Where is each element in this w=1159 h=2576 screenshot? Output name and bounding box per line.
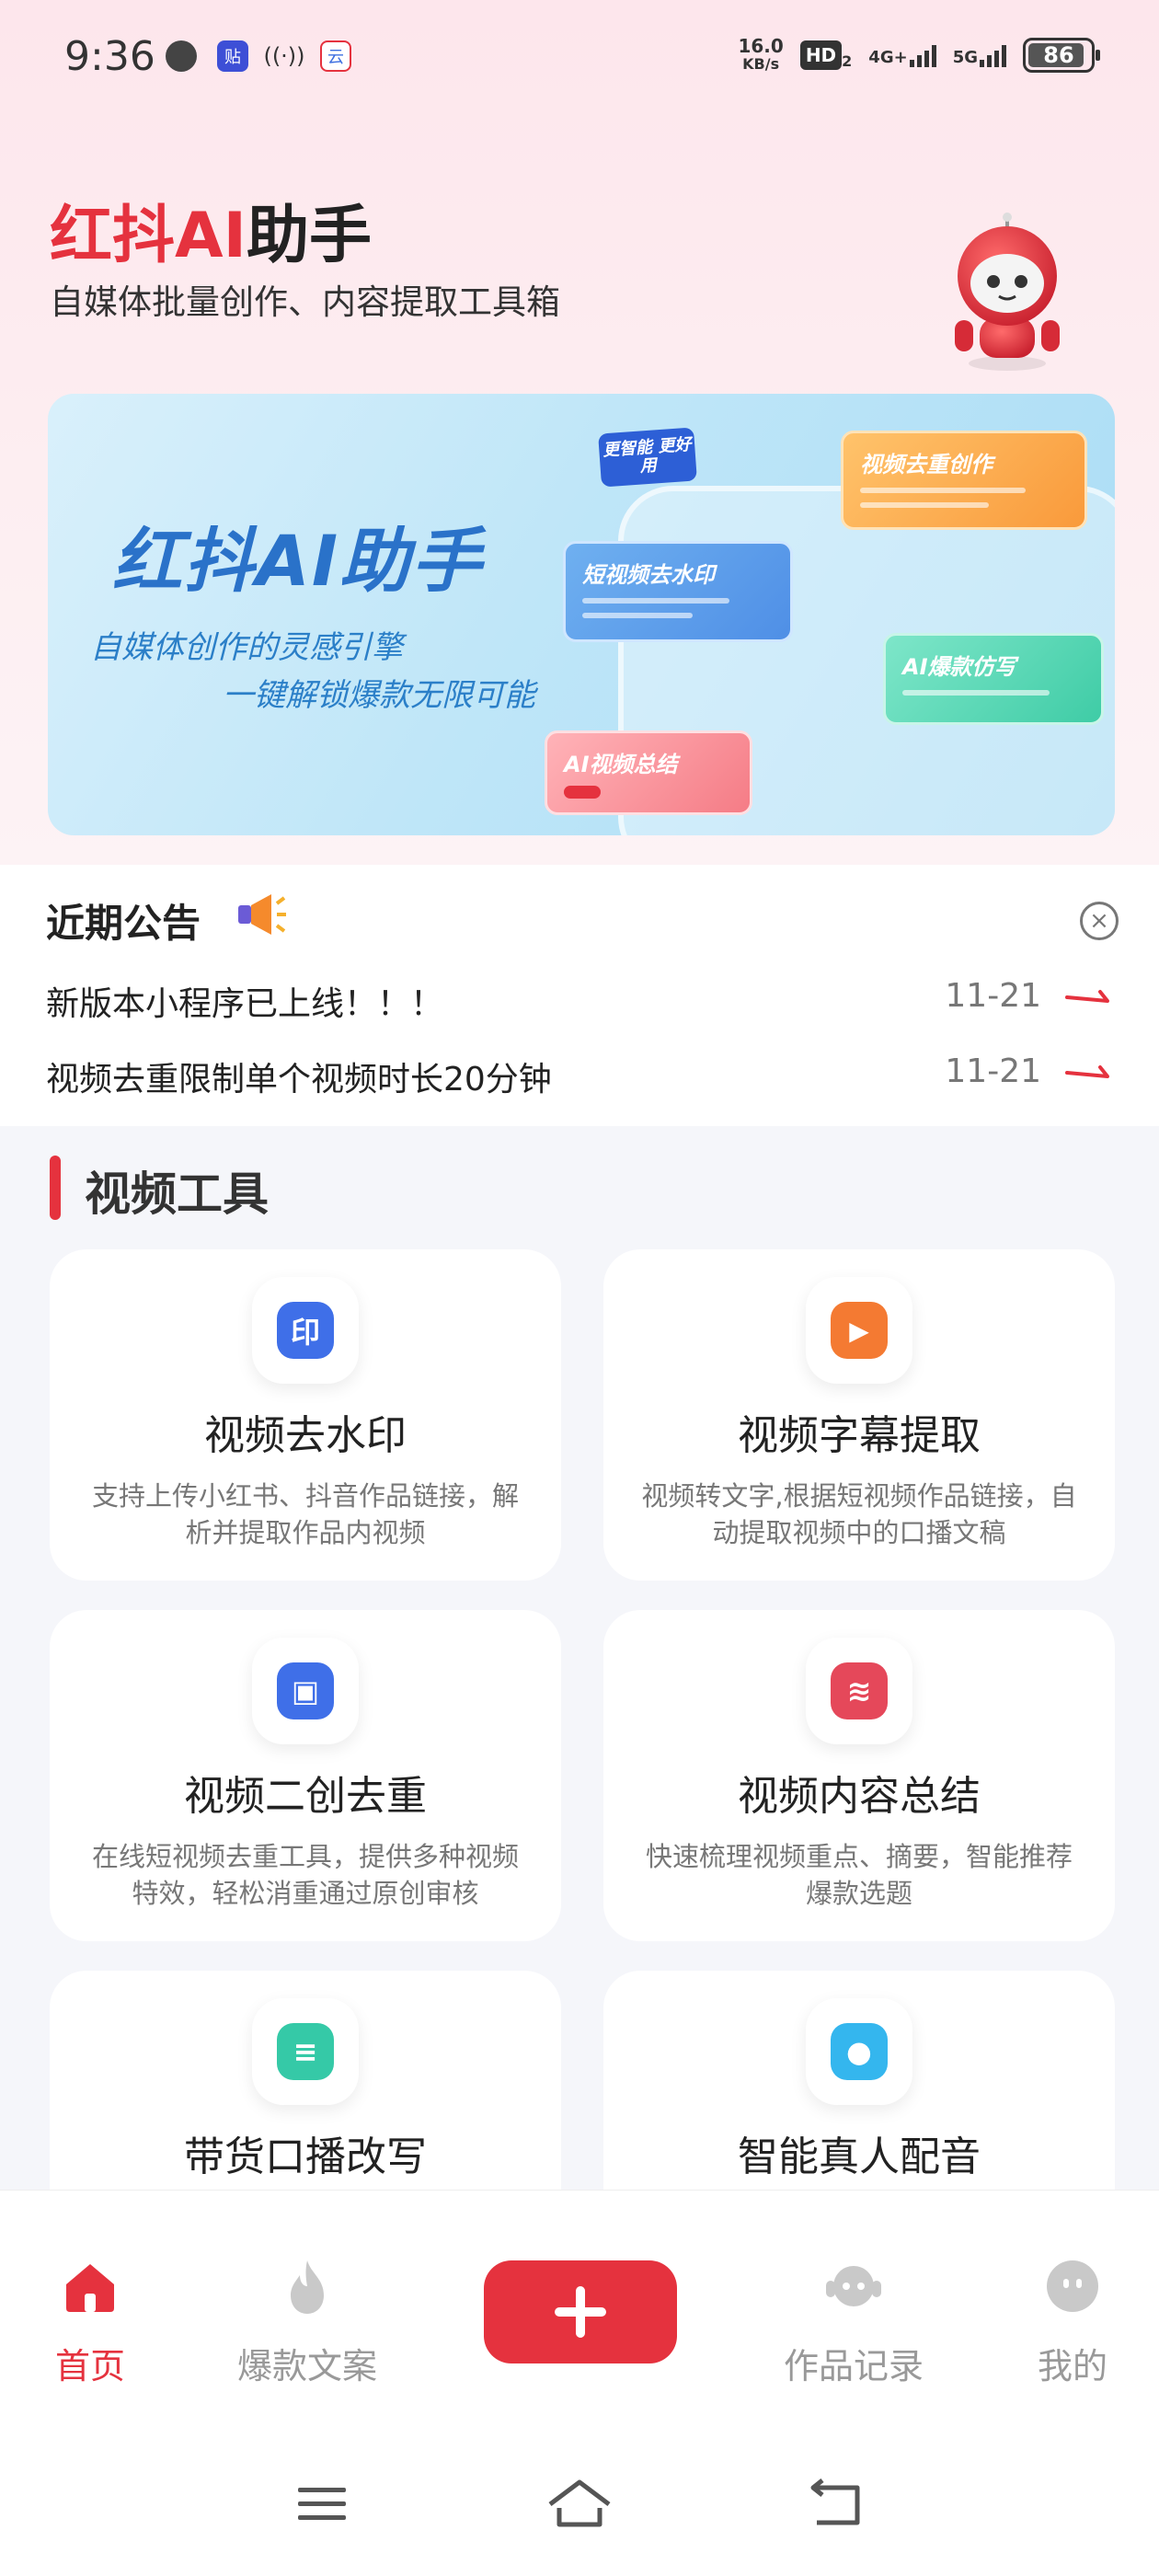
banner-card-summary: AI视频总结: [545, 730, 752, 815]
tool-name: 视频内容总结: [738, 1773, 981, 1820]
home-nav-icon[interactable]: [543, 2477, 616, 2532]
chart-doc-icon: ≋: [806, 1638, 912, 1744]
tab-works-record-label: 作品记录: [783, 2346, 924, 2386]
cloud-icon: 云: [320, 40, 351, 72]
signal-4g-label: 4G+: [868, 48, 908, 67]
tool-description: 支持上传小红书、抖音作品链接，解析并提取作品内视频: [91, 1480, 519, 1548]
tool-name: 视频去水印: [204, 1412, 407, 1459]
robot-mascot-icon: [955, 213, 1060, 371]
banner-title: 红抖AI助手: [112, 520, 484, 602]
arrow-right-icon: [1065, 1065, 1109, 1078]
banner-card-dedup-label: 视频去重创作: [860, 452, 993, 477]
notice-title: 近期公告: [46, 901, 201, 946]
tab-home[interactable]: 首页: [0, 2191, 182, 2430]
banner-card-dedup: 视频去重创作: [841, 431, 1087, 530]
status-notification-icons: 贴 ((·)) 云: [166, 40, 351, 72]
signal-5g-label: 5G: [952, 48, 978, 67]
tab-hot-copy-label: 爆款文案: [236, 2346, 377, 2386]
notice-item-date: 11-21: [945, 1052, 1041, 1090]
profile-face-icon: [1047, 2260, 1098, 2312]
tool-description: 快速梳理视频重点、摘要，智能推荐爆款选题: [645, 1841, 1073, 1909]
tool-name: 视频二创去重: [184, 1773, 427, 1820]
microphone-icon: ●: [806, 1998, 912, 2105]
headset-robot-icon: [826, 2266, 881, 2306]
network-speed-unit: KB/s: [742, 55, 780, 73]
tool-name: 带货口播改写: [184, 2133, 427, 2180]
play-icon: ▶: [806, 1277, 912, 1384]
notes-icon: 贴: [217, 40, 248, 72]
system-navigation-bar: [0, 2429, 1159, 2576]
signal-4g-icon: 4G+: [868, 43, 936, 67]
tab-hot-copy[interactable]: 爆款文案: [215, 2191, 399, 2430]
app-title: 红抖AI助手: [50, 184, 372, 275]
arrow-right-icon: [1065, 990, 1109, 1003]
banner-card-watermark: 短视频去水印: [563, 541, 793, 642]
tool-name: 视频字幕提取: [738, 1412, 981, 1459]
notice-item-text: 新版本小程序已上线！！！: [46, 985, 444, 1023]
app-title-rest: 助手: [246, 200, 372, 272]
status-bar: 9:36 贴 ((·)) 云 16.0 KB/s HD 2 4G+ 5G 86: [0, 0, 1159, 120]
tool-card-subtitle-extract[interactable]: ▶ 视频字幕提取 视频转文字,根据短视频作品链接，自动提取视频中的口播文稿: [603, 1249, 1115, 1581]
banner-badge: 更智能 更好用: [598, 427, 697, 488]
tool-card-video-summary[interactable]: ≋ 视频内容总结 快速梳理视频重点、摘要，智能推荐爆款选题: [603, 1610, 1115, 1941]
home-icon: [66, 2264, 114, 2312]
banner-card-rewrite: AI爆款仿写: [883, 633, 1104, 725]
tool-description: 视频转文字,根据短视频作品链接，自动提取视频中的口播文稿: [641, 1480, 1077, 1548]
promo-banner[interactable]: 更智能 更好用 红抖AI助手 自媒体创作的灵感引擎 一键解锁爆款无限可能 短视频…: [48, 394, 1115, 835]
bottom-tab-bar: 首页 爆款文案 作品记录 我的: [0, 2190, 1159, 2429]
section-title-accent: [50, 1156, 61, 1220]
banner-slogan-2: 一键解锁爆款无限可能: [223, 677, 535, 714]
notice-close-icon[interactable]: ×: [1080, 902, 1119, 940]
battery-level: 86: [1043, 42, 1074, 68]
tool-description: 在线短视频去重工具，提供多种视频特效，轻松消重通过原创审核: [91, 1841, 519, 1909]
notice-item[interactable]: 视频去重限制单个视频时长20分钟 11-21: [46, 1052, 1113, 1098]
tool-name: 智能真人配音: [738, 2133, 981, 2180]
battery-icon: 86: [1023, 38, 1100, 73]
flame-icon: [291, 2260, 324, 2314]
notice-item[interactable]: 新版本小程序已上线！！！ 11-21: [46, 977, 1113, 1023]
banner-card-summary-label: AI视频总结: [564, 752, 678, 777]
notice-item-text: 视频去重限制单个视频时长20分钟: [46, 1061, 552, 1098]
hd-sub: 2: [842, 52, 853, 70]
create-plus-button[interactable]: [484, 2260, 677, 2363]
status-time: 9:36: [64, 33, 155, 80]
banner-slogan-1: 自媒体创作的灵感引擎: [90, 629, 403, 666]
menu-icon[interactable]: [285, 2477, 359, 2532]
banner-card-rewrite-label: AI爆款仿写: [902, 654, 1016, 680]
hotspot-icon: ((·)): [263, 43, 305, 69]
network-speed-value: 16.0: [738, 35, 784, 57]
document-icon: ≡: [252, 1998, 359, 2105]
tab-mine[interactable]: 我的: [981, 2191, 1159, 2430]
tab-home-label: 首页: [54, 2346, 125, 2386]
notice-item-date: 11-21: [945, 977, 1041, 1015]
video-edit-icon: ▣: [252, 1638, 359, 1744]
tool-card-video-dedup[interactable]: ▣ 视频二创去重 在线短视频去重工具，提供多种视频特效，轻松消重通过原创审核: [50, 1610, 561, 1941]
megaphone-icon: [238, 894, 286, 935]
notice-panel: 近期公告 × 新版本小程序已上线！！！ 11-21 视频去重限制单个视频时长20…: [0, 865, 1159, 1126]
hd-badge: HD: [799, 40, 843, 70]
watermark-stamp-icon: 印: [252, 1277, 359, 1384]
banner-card-watermark-label: 短视频去水印: [582, 562, 715, 588]
status-right-indicators: 16.0 KB/s HD 2 4G+ 5G 86: [738, 37, 1100, 74]
app-title-brand: 红抖AI: [50, 200, 247, 272]
app-subtitle: 自媒体批量创作、内容提取工具箱: [50, 282, 560, 322]
network-speed: 16.0 KB/s: [738, 37, 783, 74]
tool-card-watermark-removal[interactable]: 印 视频去水印 支持上传小红书、抖音作品链接，解析并提取作品内视频: [50, 1249, 561, 1581]
section-title: 视频工具: [85, 1167, 269, 1221]
tab-mine-label: 我的: [1037, 2346, 1107, 2386]
plus-icon: [555, 2286, 606, 2338]
tab-works-record[interactable]: 作品记录: [762, 2191, 946, 2430]
signal-5g-icon: 5G: [953, 43, 1006, 67]
weather-icon: [166, 40, 197, 72]
back-icon[interactable]: [800, 2477, 874, 2532]
